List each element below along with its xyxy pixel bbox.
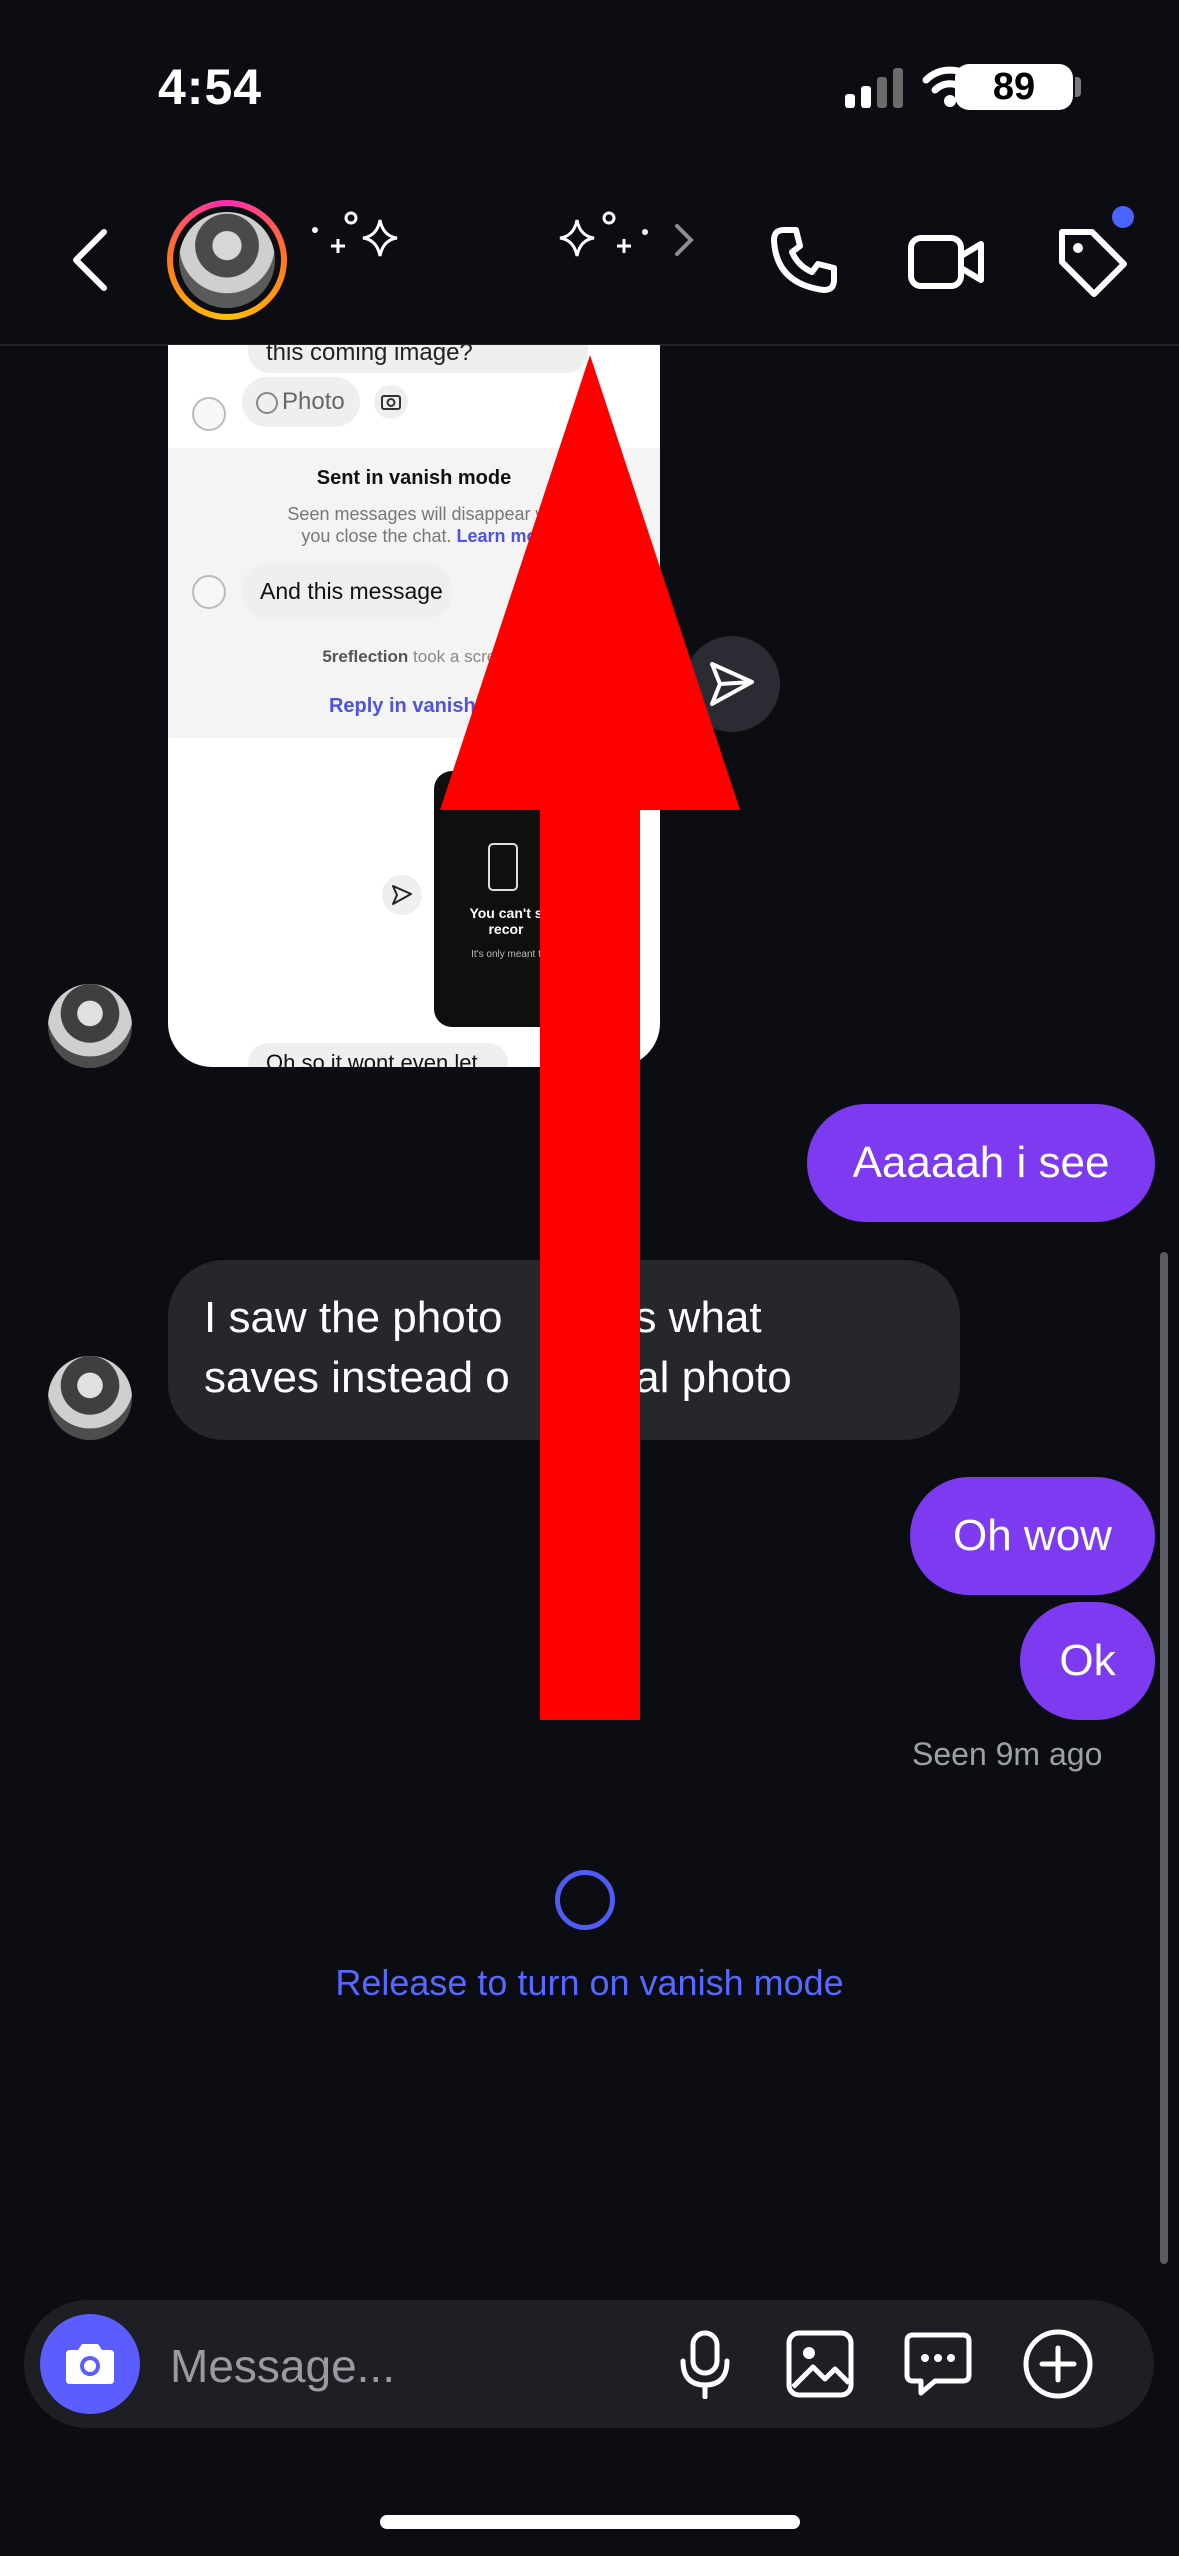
card-mini-avatar [192,575,226,609]
plus-circle-icon [1023,2329,1093,2399]
camera-icon [374,385,408,419]
battery-nub [1075,77,1081,97]
microphone-button[interactable] [670,2324,740,2404]
battery-indicator: 89 [955,64,1073,110]
seen-status: Seen 9m ago [912,1736,1103,1772]
sender-avatar[interactable] [48,1356,132,1440]
sender-avatar[interactable] [48,984,132,1068]
vanish-mode-hint: Release to turn on vanish mode [335,1962,844,2003]
gallery-button[interactable] [780,2324,860,2404]
card-mini-avatar [192,397,226,431]
scrollbar[interactable] [1160,1252,1168,2264]
cellular-signal-icon [845,68,905,108]
sparkles-icon [555,208,655,268]
notification-badge [1112,206,1134,228]
outgoing-message[interactable]: Aaaaah i see [807,1104,1155,1222]
camera-icon [66,2344,114,2384]
replay-icon [256,392,278,414]
outgoing-message[interactable]: Oh wow [910,1477,1155,1595]
phone-icon [771,227,837,293]
chat-bubble-icon [904,2332,972,2396]
chevron-left-icon [73,229,107,291]
send-icon [382,875,422,915]
status-time: 4:54 [158,59,263,115]
camera-button[interactable] [40,2314,140,2414]
outgoing-message[interactable]: Ok [1020,1602,1155,1720]
message-input[interactable] [168,2330,672,2402]
card-message: And this message [242,563,452,619]
more-button[interactable] [1018,2324,1098,2404]
video-call-button[interactable] [905,220,989,304]
image-icon [786,2330,854,2398]
call-button[interactable] [762,218,846,302]
chevron-right-icon[interactable] [672,222,696,258]
microphone-icon [680,2330,730,2399]
tag-button[interactable] [1050,220,1134,304]
vanish-progress-circle [555,1870,615,1930]
tag-icon [1059,229,1127,297]
sparkles-icon [305,208,405,268]
contact-avatar[interactable] [167,200,287,320]
sticker-button[interactable] [898,2324,978,2404]
video-camera-icon [908,235,984,289]
home-indicator[interactable] [380,2515,800,2529]
swipe-up-arrow-icon [440,355,740,1720]
back-button[interactable] [60,220,120,300]
